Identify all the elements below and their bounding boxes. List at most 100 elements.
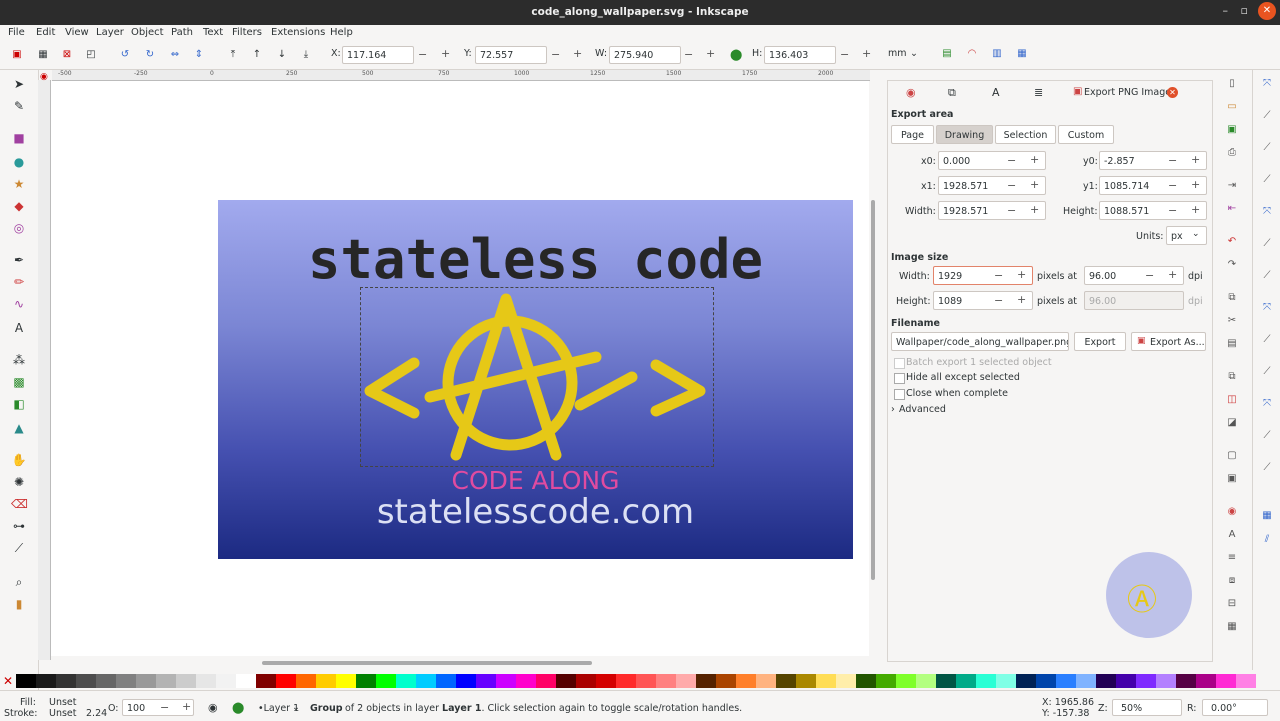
x-increment[interactable]: +: [441, 47, 450, 60]
select-all-icon[interactable]: ▣: [10, 49, 24, 61]
advanced-expander[interactable]: Advanced: [899, 404, 946, 415]
color-swatch[interactable]: [976, 674, 996, 688]
move-gradients-icon[interactable]: ▥: [990, 48, 1004, 60]
menu-view[interactable]: View: [65, 27, 89, 38]
color-swatch[interactable]: [1216, 674, 1236, 688]
color-swatch[interactable]: [516, 674, 536, 688]
rotation-field[interactable]: 0.00°: [1202, 699, 1268, 716]
snap-toggle-icon[interactable]: ⤧: [1261, 78, 1273, 90]
open-icon[interactable]: ▭: [1226, 101, 1238, 113]
color-swatch[interactable]: [1016, 674, 1036, 688]
x-field[interactable]: 117.164: [342, 46, 414, 64]
select-all-layers-icon[interactable]: ▦: [36, 49, 50, 61]
menu-object[interactable]: Object: [131, 27, 164, 38]
snap-perpendicular-icon[interactable]: ⫽: [1261, 534, 1273, 546]
color-swatch[interactable]: [676, 674, 696, 688]
layer-lock-icon[interactable]: ⬤: [232, 701, 244, 714]
color-swatch[interactable]: [356, 674, 376, 688]
connector-tool-icon[interactable]: ⊶: [11, 518, 27, 534]
xml-editor-icon[interactable]: ⧈: [1226, 575, 1238, 587]
color-swatch[interactable]: [276, 674, 296, 688]
color-swatch[interactable]: [836, 674, 856, 688]
color-swatch[interactable]: [956, 674, 976, 688]
snap-paths-icon[interactable]: ⟋: [1261, 174, 1273, 186]
clone-icon[interactable]: ◫: [1226, 394, 1238, 406]
color-swatch[interactable]: [16, 674, 36, 688]
swatch-strip[interactable]: [16, 674, 1256, 688]
area-custom-button[interactable]: Custom: [1058, 125, 1114, 144]
redo-icon[interactable]: ↷: [1226, 259, 1238, 271]
flip-vertical-icon[interactable]: ⇕: [192, 49, 206, 61]
menu-edit[interactable]: Edit: [36, 27, 55, 38]
color-swatch[interactable]: [116, 674, 136, 688]
area-page-button[interactable]: Page: [891, 125, 934, 144]
group-icon[interactable]: ▢: [1226, 450, 1238, 462]
menu-filters[interactable]: Filters: [232, 27, 262, 38]
area-selection-button[interactable]: Selection: [995, 125, 1056, 144]
color-swatch[interactable]: [716, 674, 736, 688]
w-increment[interactable]: +: [706, 47, 715, 60]
color-swatch[interactable]: [156, 674, 176, 688]
stroke-width[interactable]: 2.24: [86, 708, 107, 719]
scale-stroke-icon[interactable]: ▤: [940, 48, 954, 60]
snap-intersection-icon[interactable]: ⤧: [1261, 206, 1273, 218]
raise-to-top-icon[interactable]: ⤒: [226, 49, 240, 61]
lower-icon[interactable]: ↓: [275, 49, 289, 61]
opacity-increment[interactable]: +: [182, 700, 191, 713]
area-width-decrement[interactable]: −: [1007, 204, 1016, 217]
color-swatch[interactable]: [376, 674, 396, 688]
menu-extensions[interactable]: Extensions: [271, 27, 325, 38]
snap-rotation-icon[interactable]: ⟋: [1261, 366, 1273, 378]
color-swatch[interactable]: [76, 674, 96, 688]
raise-icon[interactable]: ↑: [250, 49, 264, 61]
snap-smooth-icon[interactable]: ⟋: [1261, 270, 1273, 282]
stroke-value[interactable]: Unset: [49, 708, 77, 719]
pen-tool-icon[interactable]: ✒: [11, 252, 27, 268]
color-swatch[interactable]: [616, 674, 636, 688]
y0-decrement[interactable]: −: [1168, 154, 1177, 167]
align-dialog-icon[interactable]: ⊟: [1226, 598, 1238, 610]
deselect-icon[interactable]: ⊠: [60, 49, 74, 61]
snap-center-icon[interactable]: ⟋: [1261, 334, 1273, 346]
color-swatch[interactable]: [796, 674, 816, 688]
minimize-button[interactable]: –: [1223, 4, 1229, 17]
color-swatch[interactable]: [656, 674, 676, 688]
color-swatch[interactable]: [336, 674, 356, 688]
snap-midpoint-icon[interactable]: ⤧: [1261, 302, 1273, 314]
color-swatch[interactable]: [216, 674, 236, 688]
paste-icon[interactable]: ▤: [1226, 338, 1238, 350]
snap-text-icon[interactable]: ⤧: [1261, 398, 1273, 410]
color-swatch[interactable]: [496, 674, 516, 688]
color-swatch[interactable]: [536, 674, 556, 688]
color-swatch[interactable]: [756, 674, 776, 688]
color-swatch[interactable]: [136, 674, 156, 688]
text-tool-icon[interactable]: A: [11, 320, 27, 336]
color-swatch[interactable]: [996, 674, 1016, 688]
image-height-decrement[interactable]: −: [994, 294, 1003, 307]
star-tool-icon[interactable]: ★: [11, 176, 27, 192]
y-decrement[interactable]: −: [551, 48, 560, 61]
move-patterns-icon[interactable]: ▦: [1015, 48, 1029, 60]
color-swatch[interactable]: [36, 674, 56, 688]
h-decrement[interactable]: −: [840, 48, 849, 61]
color-swatch[interactable]: [776, 674, 796, 688]
new-document-icon[interactable]: ▯: [1226, 78, 1238, 90]
pencil-tool-icon[interactable]: ✏: [11, 274, 27, 290]
mesh-tool-icon[interactable]: ▩: [11, 374, 27, 390]
color-swatch[interactable]: [916, 674, 936, 688]
x0-decrement[interactable]: −: [1007, 154, 1016, 167]
units-chevron-icon[interactable]: ⌄: [1192, 229, 1200, 239]
opacity-decrement[interactable]: −: [160, 701, 169, 714]
color-swatch[interactable]: [816, 674, 836, 688]
zoom-tool-icon[interactable]: ⌕: [11, 574, 27, 590]
color-swatch[interactable]: [576, 674, 596, 688]
print-icon[interactable]: ⎙: [1226, 147, 1238, 159]
color-swatch[interactable]: [876, 674, 896, 688]
menu-file[interactable]: File: [8, 27, 25, 38]
no-paint-swatch-icon[interactable]: ✕: [2, 674, 14, 688]
layers-dialog-icon[interactable]: ≡: [1226, 552, 1238, 564]
menu-help[interactable]: Help: [330, 27, 353, 38]
x1-decrement[interactable]: −: [1007, 179, 1016, 192]
color-swatch[interactable]: [896, 674, 916, 688]
maximize-button[interactable]: ▫: [1241, 4, 1248, 17]
